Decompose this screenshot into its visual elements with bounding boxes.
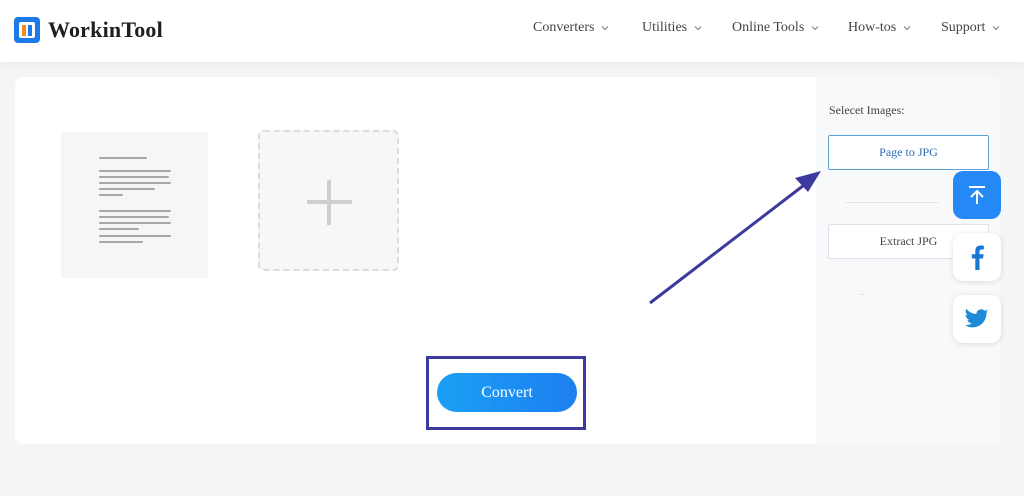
facebook-icon [971, 245, 984, 270]
arrow-up-icon [969, 186, 985, 204]
nav-item-how-tos[interactable]: How-tos [848, 20, 912, 36]
twitter-share-button[interactable] [953, 295, 1001, 343]
chevron-down-icon [602, 26, 609, 31]
brand-logo[interactable]: WorkinTool [14, 16, 163, 44]
page-thumbnail[interactable] [61, 132, 208, 278]
divider [846, 202, 938, 203]
option-page-to-jpg[interactable]: Page to JPG [828, 135, 989, 170]
scroll-to-top-button[interactable] [953, 171, 1001, 219]
nav-item-online-tools[interactable]: Online Tools [732, 20, 820, 36]
twitter-icon [965, 309, 989, 328]
facebook-share-button[interactable] [953, 233, 1001, 281]
top-navigation-bar: WorkinTool Converters Utilities Online T… [0, 0, 1024, 62]
brand-name: WorkinTool [48, 17, 163, 42]
workintool-logo-icon [14, 17, 40, 43]
select-images-label: Selecet Images: [829, 103, 905, 117]
chevron-down-icon [992, 26, 1000, 31]
chevron-down-icon [811, 26, 819, 31]
divider [860, 294, 864, 295]
nav-label: How-tos [848, 20, 897, 35]
nav-label: Support [941, 20, 986, 35]
chevron-down-icon [903, 26, 911, 31]
nav-item-converters[interactable]: Converters [533, 20, 610, 36]
nav-label: Converters [533, 20, 595, 35]
add-file-button[interactable] [258, 130, 399, 271]
convert-button[interactable]: Convert [437, 373, 577, 412]
nav-label: Online Tools [732, 20, 805, 35]
nav-item-support[interactable]: Support [941, 20, 1001, 36]
nav-label: Utilities [642, 20, 688, 35]
chevron-down-icon [694, 26, 702, 31]
nav-item-utilities[interactable]: Utilities [642, 20, 703, 36]
